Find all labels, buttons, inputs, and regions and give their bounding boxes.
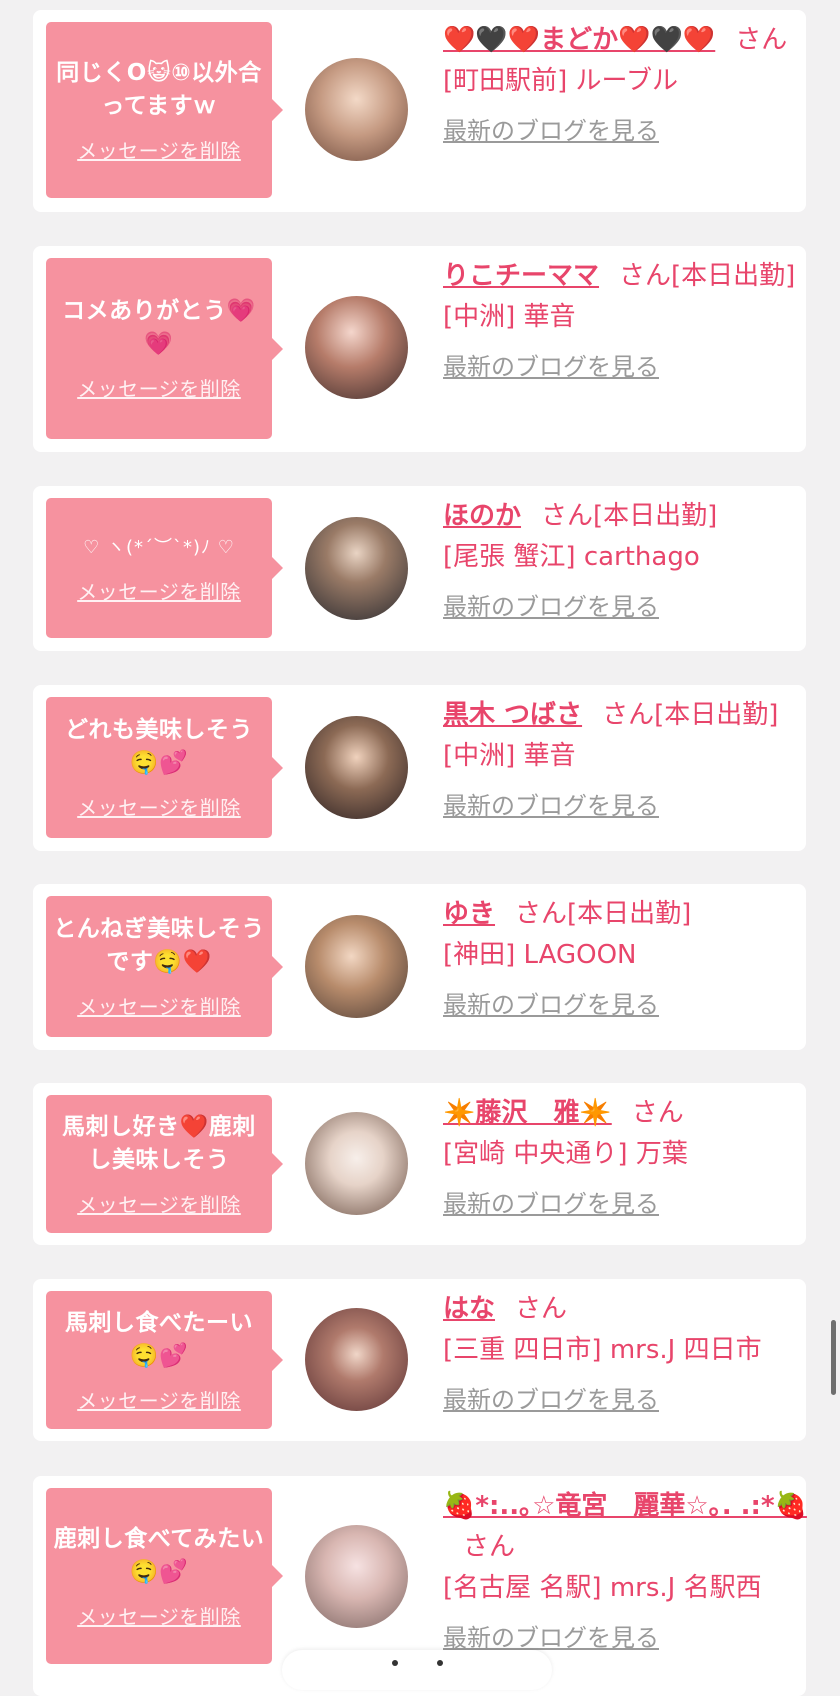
delete-message-link[interactable]: メッセージを削除 xyxy=(77,576,241,605)
latest-blog-link[interactable]: 最新のブログを見る xyxy=(443,1380,823,1421)
delete-message-link[interactable]: メッセージを削除 xyxy=(77,991,241,1020)
message-bubble: 馬刺し食べたーい🤤💕 メッセージを削除 xyxy=(46,1291,283,1429)
honorific: さん xyxy=(515,1294,568,1324)
message-text: どれも美味しそう🤤💕 xyxy=(65,717,253,776)
message-bubble: どれも美味しそう🤤💕 メッセージを削除 xyxy=(46,697,283,838)
profile-info: ゆき さん[本日出勤] [神田] LAGOON 最新のブログを見る xyxy=(443,894,823,1026)
message-text: 鹿刺し食べてみたい🤤💕 xyxy=(53,1525,265,1585)
honorific: さん xyxy=(631,1098,684,1128)
honorific: さん xyxy=(515,899,568,929)
message-bubble: 馬刺し好き❤️鹿刺し美味しそう メッセージを削除 xyxy=(46,1095,283,1233)
message-card: どれも美味しそう🤤💕 メッセージを削除 黒木 つばさ さん[本日出勤] [中洲] … xyxy=(33,685,806,851)
latest-blog-link[interactable]: 最新のブログを見る xyxy=(443,347,823,388)
work-status: [本日出勤] xyxy=(671,261,796,291)
message-text: ♡ ヽ(*´︶`*)ﾉ ♡ xyxy=(83,537,235,558)
message-card: とんねぎ美味しそうです🤤❤️ メッセージを削除 ゆき さん[本日出勤] [神田] … xyxy=(33,884,806,1050)
girl-name-link[interactable]: りこチーママ xyxy=(443,261,599,291)
work-status: [本日出勤] xyxy=(567,899,692,929)
delete-message-link[interactable]: メッセージを削除 xyxy=(77,373,241,402)
profile-info: 黒木 つばさ さん[本日出勤] [中洲] 華音 最新のブログを見る xyxy=(443,695,823,827)
delete-message-link[interactable]: メッセージを削除 xyxy=(77,1601,241,1630)
avatar[interactable] xyxy=(305,517,408,620)
delete-message-link[interactable]: メッセージを削除 xyxy=(77,792,241,821)
latest-blog-link[interactable]: 最新のブログを見る xyxy=(443,985,823,1026)
delete-message-link[interactable]: メッセージを削除 xyxy=(77,1189,241,1218)
shop-name: [尾張 蟹江] carthago xyxy=(443,542,700,572)
dot-icon xyxy=(392,1660,398,1666)
dot-icon xyxy=(437,1660,443,1666)
avatar[interactable] xyxy=(305,58,408,161)
delete-message-link[interactable]: メッセージを削除 xyxy=(77,135,241,164)
avatar[interactable] xyxy=(305,1112,408,1215)
latest-blog-link[interactable]: 最新のブログを見る xyxy=(443,111,823,152)
girl-name-link[interactable]: ほのか xyxy=(443,501,521,531)
girl-name-link[interactable]: ❤️🖤❤️まどか❤️🖤❤️ xyxy=(443,25,715,55)
message-text: とんねぎ美味しそうです🤤❤️ xyxy=(53,916,265,975)
avatar[interactable] xyxy=(305,296,408,399)
shop-name: [宮崎 中央通り] 万葉 xyxy=(443,1139,688,1169)
message-text: 同じくO😺⑩以外合ってますｗ xyxy=(56,59,262,119)
honorific: さん xyxy=(463,1532,516,1562)
message-bubble: とんねぎ美味しそうです🤤❤️ メッセージを削除 xyxy=(46,896,283,1037)
message-bubble: ♡ ヽ(*´︶`*)ﾉ ♡ メッセージを削除 xyxy=(46,498,283,638)
message-card: コメありがとう💗💗 メッセージを削除 りこチーママ さん[本日出勤] [中洲] 華… xyxy=(33,246,806,452)
shop-name: [名古屋 名駅] mrs.J 名駅西 xyxy=(443,1573,762,1603)
girl-name-link[interactable]: はな xyxy=(443,1294,495,1324)
honorific: さん xyxy=(541,501,594,531)
profile-info: ✴️藤沢 雅✴️ さん [宮崎 中央通り] 万葉 最新のブログを見る xyxy=(443,1093,823,1225)
shop-name: [町田駅前] ルーブル xyxy=(443,66,678,96)
shop-name: [三重 四日市] mrs.J 四日市 xyxy=(443,1335,762,1365)
profile-info: はな さん [三重 四日市] mrs.J 四日市 最新のブログを見る xyxy=(443,1289,823,1421)
avatar[interactable] xyxy=(305,1525,408,1628)
honorific: さん xyxy=(619,261,672,291)
avatar[interactable] xyxy=(305,915,408,1018)
shop-name: [神田] LAGOON xyxy=(443,940,637,970)
honorific: さん xyxy=(602,700,655,730)
message-bubble: コメありがとう💗💗 メッセージを削除 xyxy=(46,258,283,439)
profile-info: りこチーママ さん[本日出勤] [中洲] 華音 最新のブログを見る xyxy=(443,256,823,388)
latest-blog-link[interactable]: 最新のブログを見る xyxy=(443,587,823,628)
avatar[interactable] xyxy=(305,716,408,819)
latest-blog-link[interactable]: 最新のブログを見る xyxy=(443,1184,823,1225)
girl-name-link[interactable]: 黒木 つばさ xyxy=(443,700,582,730)
message-card: ♡ ヽ(*´︶`*)ﾉ ♡ メッセージを削除 ほのか さん[本日出勤] [尾張 蟹… xyxy=(33,486,806,651)
shop-name: [中洲] 華音 xyxy=(443,741,576,771)
delete-message-link[interactable]: メッセージを削除 xyxy=(77,1385,241,1414)
message-text: 馬刺し好き❤️鹿刺し美味しそう xyxy=(62,1113,256,1173)
message-text: 馬刺し食べたーい🤤💕 xyxy=(65,1309,253,1369)
profile-info: ほのか さん[本日出勤] [尾張 蟹江] carthago 最新のブログを見る xyxy=(443,496,823,628)
girl-name-link[interactable]: ✴️藤沢 雅✴️ xyxy=(443,1098,612,1128)
message-bubble: 同じくO😺⑩以外合ってますｗ メッセージを削除 xyxy=(46,22,283,198)
work-status: [本日出勤] xyxy=(593,501,718,531)
bottom-bar xyxy=(282,1650,552,1690)
work-status: [本日出勤] xyxy=(654,700,779,730)
avatar[interactable] xyxy=(305,1308,408,1411)
scrollbar[interactable] xyxy=(831,1320,836,1395)
message-card: 馬刺し好き❤️鹿刺し美味しそう メッセージを削除 ✴️藤沢 雅✴️ さん [宮崎 … xyxy=(33,1083,806,1245)
profile-info: 🍓*:..｡☆竜宮 麗華☆｡. .:*🍓 さん [名古屋 名駅] mrs.J 名駅… xyxy=(443,1486,823,1659)
profile-info: ❤️🖤❤️まどか❤️🖤❤️ さん [町田駅前] ルーブル 最新のブログを見る xyxy=(443,20,823,152)
message-card: 同じくO😺⑩以外合ってますｗ メッセージを削除 ❤️🖤❤️まどか❤️🖤❤️ さん … xyxy=(33,10,806,212)
message-text: コメありがとう💗💗 xyxy=(62,298,256,357)
message-bubble: 鹿刺し食べてみたい🤤💕 メッセージを削除 xyxy=(46,1488,283,1664)
message-card: 馬刺し食べたーい🤤💕 メッセージを削除 はな さん [三重 四日市] mrs.J … xyxy=(33,1279,806,1441)
girl-name-link[interactable]: ゆき xyxy=(443,899,495,929)
girl-name-link[interactable]: 🍓*:..｡☆竜宮 麗華☆｡. .:*🍓 xyxy=(443,1491,807,1521)
shop-name: [中洲] 華音 xyxy=(443,302,576,332)
honorific: さん xyxy=(735,25,788,55)
latest-blog-link[interactable]: 最新のブログを見る xyxy=(443,786,823,827)
